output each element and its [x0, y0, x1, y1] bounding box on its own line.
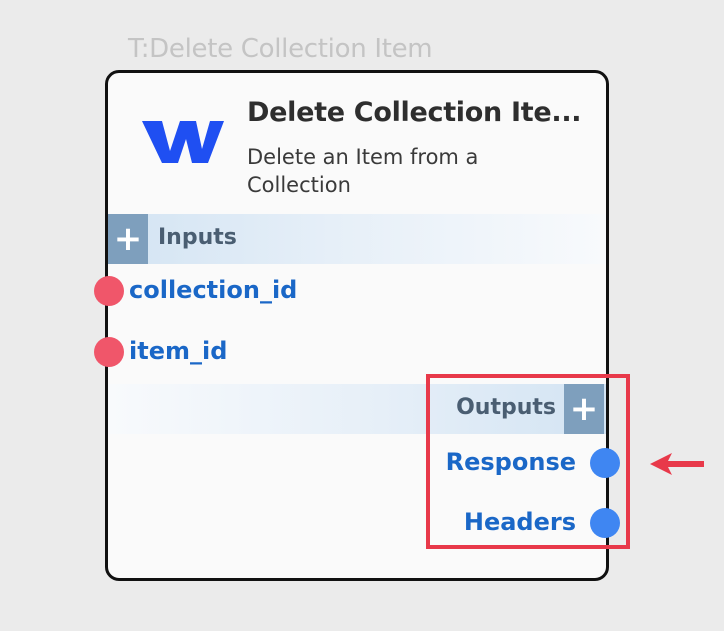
inputs-label: Inputs — [158, 225, 237, 250]
plus-icon: + — [113, 219, 143, 259]
outputs-highlight-box — [426, 374, 630, 549]
webflow-logo-icon — [142, 121, 224, 163]
input-port-item-id[interactable] — [94, 337, 124, 367]
arrow-left-icon — [650, 453, 704, 475]
input-port-collection-id[interactable] — [94, 276, 124, 306]
input-label-collection-id: collection_id — [129, 276, 298, 304]
node-title: Delete Collection Ite... — [247, 97, 582, 128]
node-description: Delete an Item from a Collection — [247, 145, 479, 197]
node-caption: T:Delete Collection Item — [128, 34, 433, 64]
inputs-section-header: + Inputs — [108, 214, 606, 264]
input-label-item-id: item_id — [129, 337, 228, 365]
add-input-button[interactable]: + — [108, 214, 148, 264]
